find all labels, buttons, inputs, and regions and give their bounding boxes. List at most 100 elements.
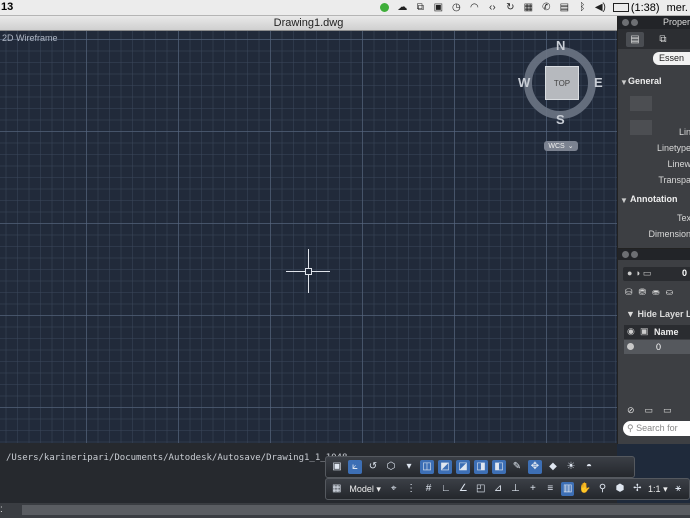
- prop-label-dimension: Dimension: [648, 229, 690, 239]
- compass-west[interactable]: W: [518, 75, 530, 90]
- essentials-toggle[interactable]: Essen: [653, 52, 690, 65]
- disclosure-triangle-icon[interactable]: ▼: [620, 196, 628, 205]
- close-icon[interactable]: [622, 19, 629, 26]
- chevron-down-icon[interactable]: ▾: [402, 460, 416, 474]
- layer-freeze-icon[interactable]: ⛃: [639, 287, 647, 298]
- ortho-icon[interactable]: ∟: [439, 482, 452, 496]
- layer-on-icon[interactable]: [627, 343, 634, 350]
- layer-table-header: ◉ ▣ Name: [624, 325, 690, 339]
- annotation-scale-icon[interactable]: ✢: [631, 482, 644, 496]
- compass-south[interactable]: S: [556, 112, 565, 127]
- chevron-down-icon: ⌄: [567, 143, 574, 150]
- osnap-icon[interactable]: ◰: [474, 482, 487, 496]
- pan-icon[interactable]: ✋: [578, 482, 591, 496]
- gizmo-icon[interactable]: ✥: [528, 460, 542, 474]
- battery-status[interactable]: (1:38): [612, 2, 660, 14]
- green-dot-icon[interactable]: [379, 2, 390, 13]
- color-swatch[interactable]: [630, 96, 652, 111]
- pencil-icon[interactable]: ✎: [510, 460, 524, 474]
- extrude-icon[interactable]: ◩: [438, 460, 452, 474]
- dynamic-ucs-icon[interactable]: ⊥: [509, 482, 522, 496]
- folder-icon[interactable]: ▭: [645, 405, 654, 416]
- annotation-section-title[interactable]: Annotation: [630, 194, 678, 204]
- menubar-left-text: 13: [1, 1, 14, 13]
- visual-style-icon[interactable]: ⬡: [384, 460, 398, 474]
- dynamic-input-icon[interactable]: +: [526, 482, 539, 496]
- disclosure-triangle-icon[interactable]: ▼: [620, 78, 628, 87]
- layer-footer-tools: ⊘ ▭ ▭: [618, 403, 690, 418]
- layout-grid-icon[interactable]: ▦: [330, 482, 343, 496]
- cloud-sync-icon[interactable]: ☁: [397, 2, 408, 13]
- grid-snap-icon[interactable]: ⋮: [404, 482, 417, 496]
- slice-icon[interactable]: ◨: [474, 460, 488, 474]
- contact-icon[interactable]: ▤: [559, 2, 570, 13]
- column-name[interactable]: Name: [654, 327, 679, 337]
- grid-icon[interactable]: #: [422, 482, 435, 496]
- ucs-icon[interactable]: ⟀: [348, 460, 362, 474]
- annotation-scale-button[interactable]: 1:1 ▾: [648, 484, 668, 495]
- layers-tab-icon[interactable]: ⧉: [654, 32, 672, 47]
- status-toolbar: ▦ Model ▾ ⌖ ⋮ # ∟ ∠ ◰ ⊿ ⊥ + ≡ ▥ ✋ ⚲ ⬢ ✢ …: [325, 478, 690, 500]
- annotation-visibility-icon[interactable]: ⚹: [672, 482, 685, 496]
- status-column-icon[interactable]: ▣: [640, 326, 649, 337]
- minimize-icon[interactable]: [631, 19, 638, 26]
- command-history-text: /Users/karineripari/Documents/Autodesk/A…: [6, 453, 348, 463]
- prop-label-transpa: Transpa: [658, 175, 690, 185]
- compass-north[interactable]: N: [556, 38, 565, 53]
- properties-tabs: ▤ ⧉: [618, 29, 690, 49]
- ucs-label: WCS: [548, 142, 565, 150]
- view-style-label[interactable]: 2D Wireframe: [2, 33, 58, 43]
- window-icon[interactable]: ▣: [433, 2, 444, 13]
- menu-bar: 13 ☁ ⧉ ▣ ◷ ◠ ‹› ↻ ▦ ✆ ▤ ᛒ ◀) (1:38) mer.: [0, 0, 690, 16]
- general-section-title[interactable]: General: [628, 76, 662, 86]
- menubar-day[interactable]: mer.: [667, 2, 688, 14]
- new-group-icon[interactable]: ▭: [663, 405, 672, 416]
- viewcube-top-face[interactable]: TOP: [545, 66, 579, 100]
- fillet-icon[interactable]: ◧: [492, 460, 506, 474]
- table-row[interactable]: 0: [624, 340, 690, 354]
- layer-lock-icon[interactable]: ⛂: [652, 287, 660, 298]
- layer-delete-icon[interactable]: ⛀: [666, 287, 674, 298]
- snap-icon[interactable]: ⌖: [387, 482, 400, 496]
- otrack-icon[interactable]: ⊿: [491, 482, 504, 496]
- phone-icon[interactable]: ✆: [541, 2, 552, 13]
- model-space-button[interactable]: Model ▾: [347, 484, 383, 495]
- zoom-icon[interactable]: ⚲: [596, 482, 609, 496]
- share-icon[interactable]: ⧉: [415, 2, 426, 13]
- drawing-tools-toolbar: ▣ ⟀ ↺ ⬡ ▾ ◫ ◩ ◪ ◨ ◧ ✎ ✥ ◆ ☀ ◓: [325, 456, 635, 478]
- snapshot-icon[interactable]: ▣: [330, 460, 344, 474]
- s-logo-icon[interactable]: ▦: [523, 2, 534, 13]
- render-icon[interactable]: ◓: [582, 460, 596, 474]
- ucs-menu-button[interactable]: WCS ⌄: [544, 141, 578, 151]
- orbit-icon[interactable]: ↺: [366, 460, 380, 474]
- sun-icon[interactable]: ☀: [564, 460, 578, 474]
- status-strip: :: [0, 503, 690, 518]
- hide-layer-list-toggle[interactable]: ▼ Hide Layer List: [626, 309, 690, 319]
- bluetooth-icon[interactable]: ᛒ: [577, 2, 588, 13]
- layer-tools: ⛁ ⛃ ⛂ ⛀: [625, 287, 673, 298]
- polar-icon[interactable]: ∠: [457, 482, 470, 496]
- current-layer-dropdown[interactable]: ● ◑ ▭ 0: [623, 267, 690, 281]
- volume-icon[interactable]: ◀): [595, 2, 606, 13]
- refresh-icon[interactable]: ↻: [505, 2, 516, 13]
- materials-icon[interactable]: ◆: [546, 460, 560, 474]
- layer-search-input[interactable]: ⚲ Search for: [623, 421, 690, 436]
- layer-states-icon[interactable]: ⊘: [627, 405, 635, 416]
- union-icon[interactable]: ◪: [456, 460, 470, 474]
- close-icon[interactable]: [622, 251, 629, 258]
- new-layer-icon[interactable]: ⛁: [625, 287, 633, 298]
- transparency-icon[interactable]: ▥: [561, 482, 575, 496]
- box-icon[interactable]: ◫: [420, 460, 434, 474]
- minimize-icon[interactable]: [631, 251, 638, 258]
- wifi-icon[interactable]: ◠: [469, 2, 480, 13]
- command-input-bar[interactable]: [22, 505, 690, 515]
- code-icon[interactable]: ‹›: [487, 2, 498, 13]
- layer-swatch[interactable]: [630, 120, 652, 135]
- search-icon: ⚲: [627, 423, 634, 433]
- cube-icon[interactable]: ⬢: [613, 482, 626, 496]
- time-machine-icon[interactable]: ◷: [451, 2, 462, 13]
- visibility-icon[interactable]: ◉: [627, 326, 635, 337]
- compass-east[interactable]: E: [594, 75, 603, 90]
- lineweight-icon[interactable]: ≡: [544, 482, 557, 496]
- properties-tab-icon[interactable]: ▤: [626, 32, 644, 47]
